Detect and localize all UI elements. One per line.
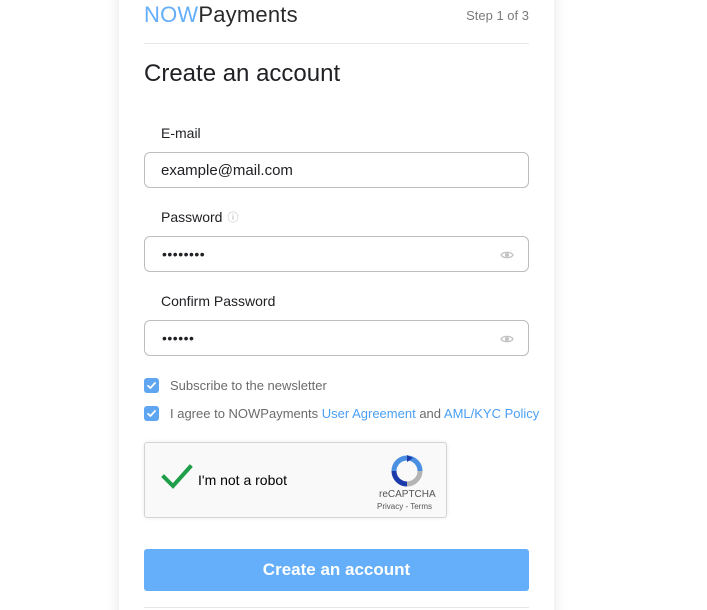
logo-now-text: NOW [144, 2, 199, 27]
card-header: NOWPayments Step 1 of 3 [144, 0, 529, 44]
recaptcha-brand: reCAPTCHA [379, 489, 436, 500]
logo-payments-text: Payments [198, 2, 298, 27]
recaptcha-terms-link[interactable]: Terms [410, 502, 432, 511]
agreement-prefix: I agree to NOWPayments [170, 406, 319, 421]
page-title: Create an account [144, 60, 341, 87]
confirm-password-field[interactable]: •••••• [144, 320, 529, 356]
eye-icon[interactable] [500, 332, 514, 346]
password-field[interactable]: •••••••• [144, 236, 529, 272]
eye-icon[interactable] [500, 248, 514, 262]
newsletter-checkbox[interactable] [144, 378, 159, 393]
recaptcha-privacy-link[interactable]: Privacy [377, 502, 403, 511]
email-field[interactable] [144, 152, 529, 188]
agreement-checkbox[interactable] [144, 406, 159, 421]
footer-divider [144, 607, 529, 608]
checkmark-icon [147, 382, 156, 389]
recaptcha-links: Privacy - Terms [377, 502, 432, 511]
nowpayments-logo: NOWPayments [144, 2, 298, 28]
recaptcha-widget: I'm not a robot reCAPTCHA Privacy - Term… [144, 442, 447, 518]
checkmark-icon [147, 410, 156, 417]
step-indicator: Step 1 of 3 [466, 8, 529, 23]
agreement-conjunction: and [419, 406, 442, 421]
info-icon[interactable]: ⓘ [227, 209, 238, 225]
password-masked-value: •••••••• [162, 246, 206, 262]
aml-kyc-policy-link[interactable]: AML/KYC Policy [444, 406, 539, 421]
password-label-row: Password ⓘ [161, 209, 238, 225]
recaptcha-logo-icon [391, 455, 423, 487]
confirm-password-label: Confirm Password [161, 293, 276, 309]
signup-card: NOWPayments Step 1 of 3 Create an accoun… [119, 0, 554, 610]
newsletter-text: Subscribe to the newsletter [170, 378, 327, 393]
user-agreement-link[interactable]: User Agreement [322, 406, 416, 421]
create-account-button[interactable]: Create an account [144, 549, 529, 591]
password-label: Password [161, 209, 223, 225]
recaptcha-label: I'm not a robot [198, 472, 288, 488]
confirm-password-masked-value: •••••• [162, 330, 195, 346]
email-input[interactable] [161, 153, 491, 187]
email-label: E-mail [161, 125, 201, 141]
recaptcha-checkmark-icon[interactable] [161, 464, 193, 490]
agreement-text: I agree to NOWPayments User Agreement an… [170, 406, 539, 421]
